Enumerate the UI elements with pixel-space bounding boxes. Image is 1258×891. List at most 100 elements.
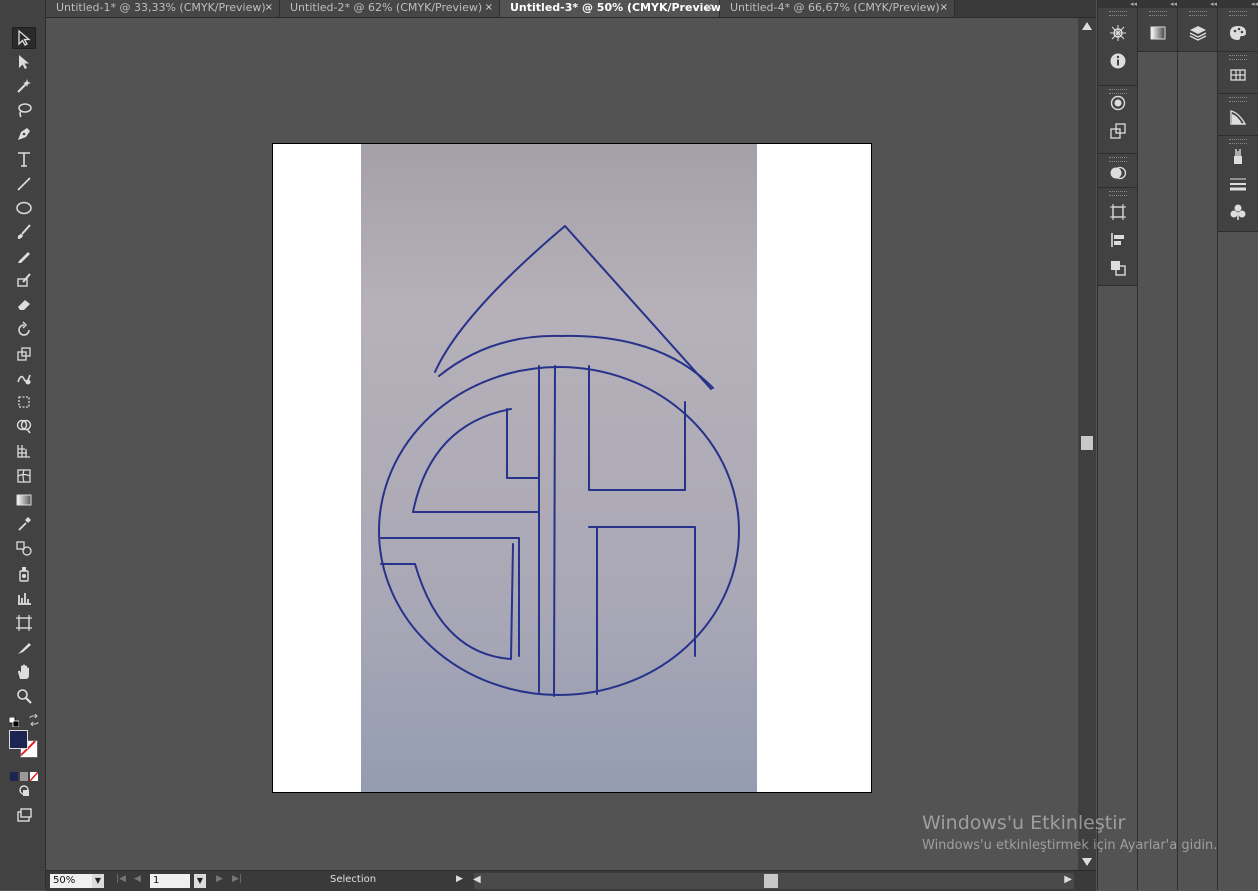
last-artboard-icon[interactable]: ▶| — [232, 874, 242, 884]
tab-untitled-2[interactable]: Untitled-2* @ 62% (CMYK/Preview) × — [280, 0, 500, 17]
swap-colors-icon[interactable] — [28, 711, 40, 727]
scroll-up-icon[interactable] — [1082, 22, 1092, 30]
panel-grip[interactable] — [1229, 55, 1247, 60]
panel-group-1 — [1098, 8, 1137, 86]
type-tool-icon[interactable] — [12, 148, 36, 170]
selection-tool-icon[interactable] — [12, 27, 36, 49]
lasso-tool-icon[interactable] — [12, 99, 36, 121]
appearance-icon[interactable] — [1109, 94, 1127, 112]
current-tool-status[interactable]: Selection — [330, 874, 376, 885]
tab-untitled-1[interactable]: Untitled-1* @ 33,33% (CMYK/Preview) × — [46, 0, 280, 17]
scroll-down-icon[interactable] — [1082, 858, 1092, 866]
eraser-tool-icon[interactable] — [12, 293, 36, 315]
scale-tool-icon[interactable] — [12, 343, 36, 365]
collapse-icon[interactable]: ◂◂ — [1138, 0, 1177, 8]
first-artboard-icon[interactable]: |◀ — [116, 874, 126, 884]
perspective-grid-tool-icon[interactable] — [12, 440, 36, 462]
horizontal-scrollbar[interactable]: ◀ ▶ — [473, 873, 1074, 889]
blob-brush-tool-icon[interactable] — [12, 269, 36, 291]
panel-group-brushes — [1218, 94, 1258, 136]
artboards-icon[interactable] — [1109, 203, 1127, 221]
tab-untitled-4[interactable]: Untitled-4* @ 66,67% (CMYK/Preview) × — [720, 0, 955, 17]
document-tab-bar: Untitled-1* @ 33,33% (CMYK/Preview) × Un… — [46, 0, 1096, 18]
panel-grip[interactable] — [1229, 97, 1247, 102]
panel-grip[interactable] — [1108, 157, 1127, 162]
artboard[interactable] — [272, 143, 872, 793]
mesh-tool-icon[interactable] — [12, 465, 36, 487]
color-mode-buttons[interactable] — [10, 766, 39, 782]
document-canvas[interactable] — [46, 18, 1078, 870]
collapse-icon[interactable]: ◂◂ — [1178, 0, 1217, 8]
stroke-icon[interactable] — [1229, 175, 1247, 193]
next-artboard-icon[interactable]: ▶ — [216, 874, 223, 884]
navigator-icon[interactable] — [1109, 24, 1127, 42]
panel-group-symbols — [1218, 136, 1258, 232]
draw-mode-icon[interactable] — [12, 780, 36, 802]
info-icon[interactable] — [1109, 52, 1127, 70]
artboard-tool-icon[interactable] — [12, 612, 36, 634]
status-menu-arrow-icon[interactable]: ▶ — [456, 874, 463, 884]
panel-group-3 — [1098, 154, 1137, 188]
default-colors-icon[interactable] — [8, 712, 20, 728]
pencil-tool-icon[interactable] — [12, 245, 36, 267]
zoom-tool-icon[interactable] — [12, 685, 36, 707]
transparency-icon[interactable] — [1109, 164, 1127, 182]
panel-grip[interactable] — [1229, 139, 1247, 144]
previous-artboard-icon[interactable]: ◀ — [134, 874, 141, 884]
slice-tool-icon[interactable] — [12, 637, 36, 659]
brushes-icon[interactable] — [1229, 108, 1247, 126]
close-icon[interactable]: × — [705, 0, 713, 16]
eyedropper-tool-icon[interactable] — [12, 513, 36, 535]
vertical-scroll-thumb[interactable] — [1081, 436, 1093, 450]
rotate-tool-icon[interactable] — [12, 319, 36, 341]
panel-group-2 — [1098, 86, 1137, 154]
tab-untitled-3[interactable]: Untitled-3* @ 50% (CMYK/Preview) × — [500, 0, 726, 17]
panel-group-gradient — [1138, 8, 1177, 52]
panel-grip[interactable] — [1108, 191, 1127, 196]
ellipse-tool-icon[interactable] — [12, 197, 36, 219]
free-transform-tool-icon[interactable] — [12, 391, 36, 413]
close-icon[interactable]: × — [485, 0, 493, 16]
warp-tool-icon[interactable] — [12, 367, 36, 389]
collapse-icon[interactable]: ◂◂ — [1098, 0, 1137, 8]
hand-tool-icon[interactable] — [12, 661, 36, 683]
pathfinder-icon[interactable] — [1109, 259, 1127, 277]
panel-grip[interactable] — [1229, 11, 1247, 16]
symbols-icon[interactable] — [1229, 147, 1247, 165]
fill-color-swatch[interactable] — [9, 730, 28, 749]
graphic-styles-icon[interactable] — [1229, 203, 1247, 221]
column-graph-tool-icon[interactable] — [12, 587, 36, 609]
symbol-sprayer-tool-icon[interactable] — [12, 563, 36, 585]
horizontal-scroll-thumb[interactable] — [764, 874, 778, 888]
shape-builder-tool-icon[interactable] — [12, 415, 36, 437]
zoom-dropdown-arrow-icon[interactable]: ▼ — [92, 874, 104, 888]
gradient-panel-icon[interactable] — [1149, 24, 1167, 42]
blend-tool-icon[interactable] — [12, 537, 36, 559]
swatches-icon[interactable] — [1229, 66, 1247, 84]
panel-grip[interactable] — [1188, 11, 1207, 16]
paintbrush-tool-icon[interactable] — [12, 221, 36, 243]
panel-grip[interactable] — [1108, 11, 1127, 16]
screen-mode-icon[interactable] — [12, 804, 36, 826]
scroll-left-icon[interactable]: ◀ — [473, 874, 481, 885]
close-icon[interactable]: × — [940, 0, 948, 16]
scroll-right-icon[interactable]: ▶ — [1064, 874, 1072, 885]
line-segment-tool-icon[interactable] — [12, 173, 36, 195]
tab-label: Untitled-3* @ 50% (CMYK/Preview) — [510, 1, 727, 14]
magic-wand-tool-icon[interactable] — [12, 75, 36, 97]
gradient-tool-icon[interactable] — [12, 489, 36, 511]
color-guide-icon[interactable] — [1229, 24, 1247, 42]
artboard-number-field[interactable]: 1 — [150, 874, 190, 888]
layers-icon[interactable] — [1189, 24, 1207, 42]
transform-icon[interactable] — [1109, 122, 1127, 140]
collapse-icon[interactable]: ◂◂ — [1218, 0, 1258, 8]
close-icon[interactable]: × — [265, 0, 273, 16]
panel-grip[interactable] — [1148, 11, 1167, 16]
vertical-scrollbar[interactable] — [1078, 18, 1096, 870]
artboard-dropdown-arrow-icon[interactable]: ▼ — [194, 874, 206, 888]
align-icon[interactable] — [1109, 231, 1127, 249]
panel-group-4 — [1098, 188, 1137, 286]
pen-tool-icon[interactable] — [12, 123, 36, 145]
direct-selection-tool-icon[interactable] — [12, 51, 36, 73]
placed-image[interactable] — [361, 144, 757, 792]
